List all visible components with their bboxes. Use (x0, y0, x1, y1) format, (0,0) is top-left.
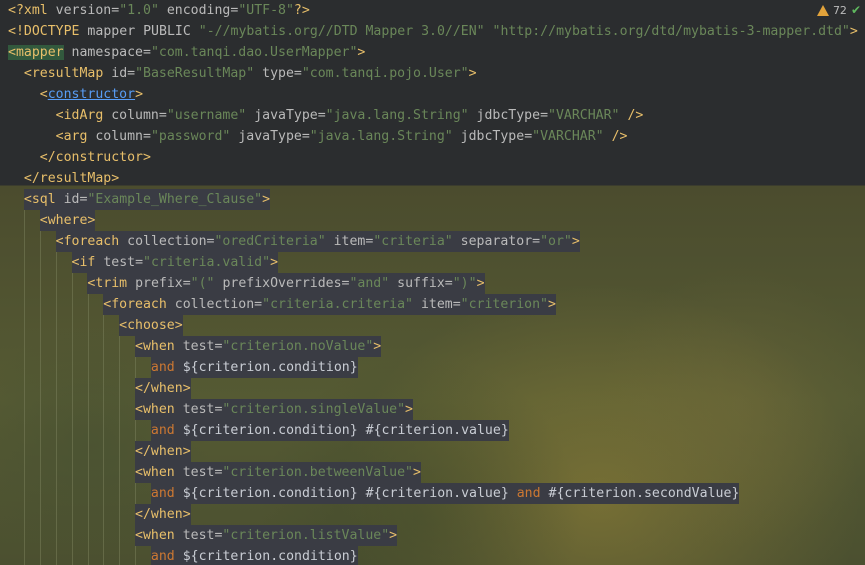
code-line[interactable]: <where> (8, 210, 96, 231)
code-line[interactable]: <trim prefix="(" prefixOverrides="and" s… (8, 273, 485, 294)
code-line[interactable]: <foreach collection="criteria.criteria" … (8, 294, 556, 315)
code-line[interactable]: </resultMap> (8, 168, 119, 189)
code-line[interactable]: <mapper namespace="com.tanqi.dao.UserMap… (8, 42, 365, 63)
code-line[interactable]: <?xml version="1.0" encoding="UTF-8"?> (8, 0, 310, 21)
code-line[interactable]: <if test="criteria.valid"> (8, 252, 279, 273)
code-line[interactable]: </when> (8, 378, 191, 399)
code-line[interactable]: <sql id="Example_Where_Clause"> (8, 189, 271, 210)
code-line[interactable]: and ${criterion.condition} (8, 357, 358, 378)
code-line[interactable]: <idArg column="username" javaType="java.… (8, 105, 644, 126)
code-line[interactable]: <when test="criterion.singleValue"> (8, 399, 413, 420)
code-line[interactable]: <resultMap id="BaseResultMap" type="com.… (8, 63, 477, 84)
code-line[interactable]: <when test="criterion.betweenValue"> (8, 462, 421, 483)
code-line[interactable]: and ${criterion.condition} #{criterion.v… (8, 483, 740, 504)
code-line[interactable]: <choose> (8, 315, 183, 336)
code-line[interactable]: </when> (8, 504, 191, 525)
check-icon: ✔ (850, 3, 861, 17)
code-line[interactable]: <!DOCTYPE mapper PUBLIC "-//mybatis.org/… (8, 21, 858, 42)
code-line[interactable]: <foreach collection="oredCriteria" item=… (8, 231, 580, 252)
code-line[interactable]: and ${criterion.condition} #{criterion.v… (8, 420, 509, 441)
code-line[interactable]: </when> (8, 441, 191, 462)
warning-count: 72 (832, 3, 847, 17)
code-line[interactable]: <constructor> (8, 84, 143, 105)
warning-triangle-icon (816, 4, 829, 16)
inspection-status[interactable]: 72 ✔ (816, 2, 861, 18)
code-line[interactable]: and ${criterion.condition} (8, 546, 358, 565)
code-line[interactable]: </constructor> (8, 147, 151, 168)
code-line[interactable]: <when test="criterion.listValue"> (8, 525, 398, 546)
code-line[interactable]: <arg column="password" javaType="java.la… (8, 126, 628, 147)
code-line[interactable]: <when test="criterion.noValue"> (8, 336, 382, 357)
code-editor[interactable]: <?xml version="1.0" encoding="UTF-8"?> <!… (0, 0, 865, 565)
